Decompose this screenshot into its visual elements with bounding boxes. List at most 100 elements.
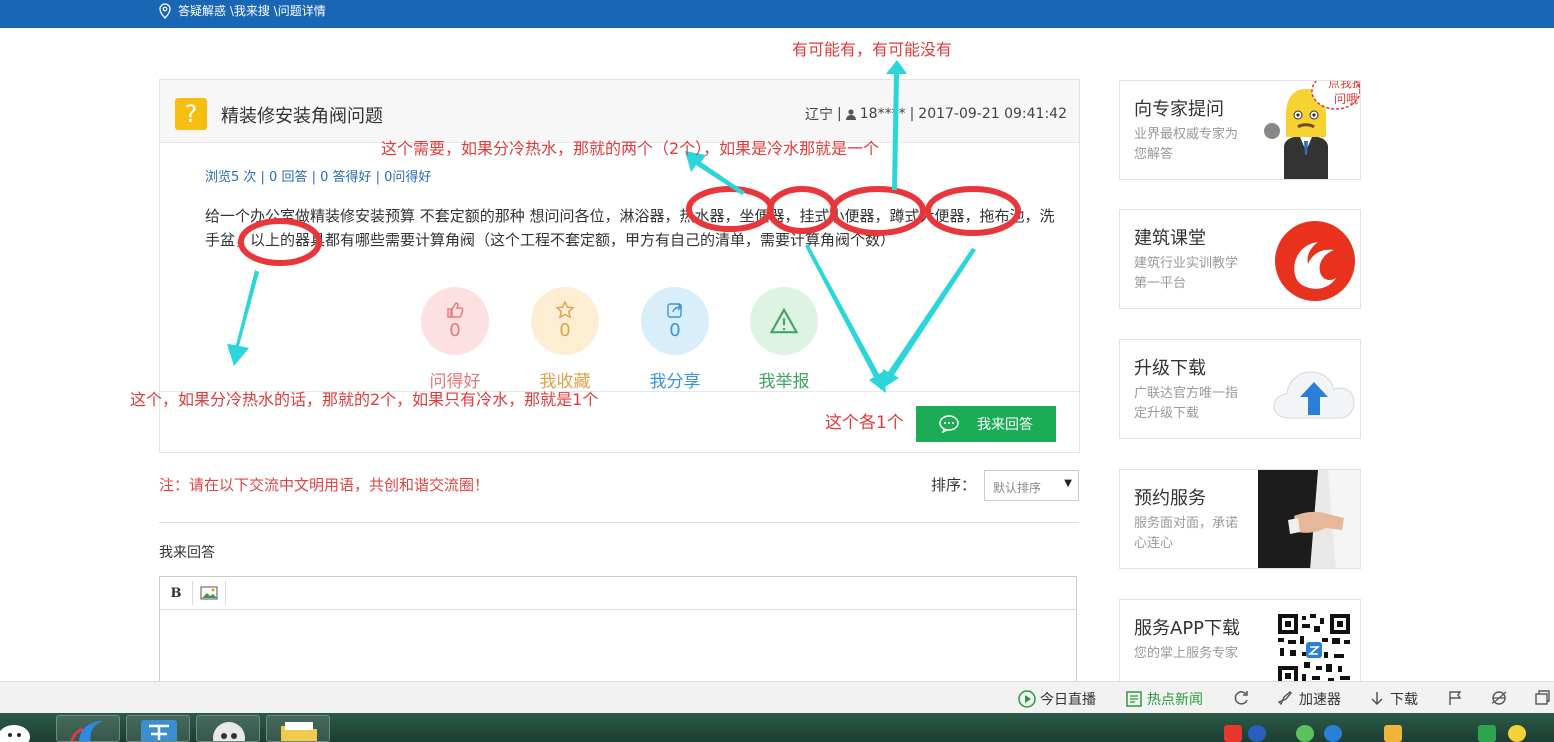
sogou-tray-icon[interactable] [1224, 725, 1242, 742]
like-count: 0 [449, 320, 461, 341]
asker-name[interactable]: 18**** [860, 106, 906, 122]
download-link[interactable]: 下载 [1368, 689, 1418, 709]
ask-expert-title: 向专家提问 [1134, 99, 1224, 120]
sort-select[interactable]: 默认排序 ▼ [984, 470, 1079, 501]
qr-code-icon [1276, 612, 1352, 688]
my-answer-heading: 我来回答 [159, 545, 215, 561]
answer-button-label: 我来回答 [977, 417, 1033, 433]
news-icon [1126, 691, 1142, 707]
location-pin-icon [159, 2, 171, 19]
appointment-card[interactable]: 预约服务 服务面对面，承诺心连心 [1119, 469, 1361, 569]
favorite-count: 0 [559, 320, 571, 341]
upgrade-download-card[interactable]: 升级下载 广联达官方唯一指定升级下载 [1119, 339, 1361, 439]
classroom-desc: 建筑行业实训教学第一平台 [1134, 256, 1239, 291]
sort-value: 默认排序 [993, 481, 1042, 495]
refresh-icon-button[interactable] [1232, 689, 1250, 707]
glodon-tray-icon[interactable] [1324, 725, 1342, 742]
like-button[interactable]: 0 问得好 [421, 287, 489, 392]
ask-expert-desc: 业界最权威专家为您解答 [1134, 127, 1239, 162]
download-label: 下载 [1390, 692, 1418, 708]
refresh-icon [1234, 691, 1248, 705]
taskbar [0, 713, 1554, 742]
favorite-button[interactable]: 0 我收藏 [531, 287, 599, 392]
rocket-icon [1277, 691, 1292, 706]
annotation-middle: 这个需要，如果分冷热水，那就的两个（2个），如果是冷水那就是一个 [381, 139, 880, 158]
dropdown-arrow-icon: ▼ [1064, 478, 1072, 489]
live-today-link[interactable]: 今日直播 [1018, 689, 1096, 709]
help-tray-icon[interactable] [1248, 725, 1266, 742]
classroom-title: 建筑课堂 [1134, 228, 1206, 249]
live-today-label: 今日直播 [1040, 692, 1096, 708]
ie-icon-button[interactable] [1490, 689, 1508, 707]
classroom-logo-icon [1275, 221, 1355, 301]
star-icon [555, 300, 575, 319]
appointment-title: 预约服务 [1134, 488, 1206, 509]
section-divider [159, 522, 1079, 523]
play-icon [1018, 690, 1036, 708]
share-icon [667, 303, 682, 318]
classroom-card[interactable]: 建筑课堂 建筑行业实训教学第一平台 [1119, 209, 1361, 309]
bold-button[interactable]: B [160, 581, 193, 605]
blue-app-icon [141, 720, 177, 741]
question-stats: 浏览5 次 | 0 回答 | 0 答得好 | 0问得好 [205, 170, 432, 185]
add-tray-icon[interactable] [1508, 725, 1526, 742]
question-body: 给一个办公室做精装修安装预算 不套定额的那种 想问问各位，淋浴器，热水器，坐便器… [205, 207, 1055, 249]
share-label: 我分享 [649, 372, 701, 392]
tool-tray-icon[interactable] [1384, 725, 1402, 742]
browser-status-bar: 今日直播 热点新闻 加速器 下载 [0, 681, 1554, 713]
civility-note: 注：请在以下交流中文明用语，共创和谐交流圈！ [159, 476, 490, 494]
security-tray-icon[interactable] [1478, 725, 1496, 742]
ask-expert-card[interactable]: 向专家提问 业界最权威专家为您解答 点我提问哦 [1119, 80, 1361, 180]
hot-news-link[interactable]: 热点新闻 [1125, 689, 1203, 709]
wechat-tray-icon[interactable] [1296, 725, 1314, 742]
image-icon [200, 586, 218, 600]
speech-bubble-text: 点我提问哦 [1328, 80, 1361, 106]
ie-icon [1491, 691, 1507, 705]
insert-image-button[interactable] [193, 581, 226, 605]
thumbs-up-icon [447, 302, 464, 318]
window-icon-button[interactable] [1533, 689, 1551, 707]
upgrade-desc: 广联达官方唯一指定升级下载 [1134, 386, 1239, 421]
wechat-icon [0, 725, 30, 742]
taskbar-app-avatar[interactable] [196, 715, 260, 742]
sort-label: 排序： [931, 476, 977, 494]
annotation-bottom: 这个各1个 [825, 413, 904, 433]
taskbar-app-glodon[interactable] [56, 715, 120, 742]
question-meta: 辽宁 | 18**** | 2017-09-21 09:41:42 [805, 106, 1067, 123]
question-header: ? 精装修安装角阀问题 辽宁 | 18**** | 2017-09-21 09:… [160, 80, 1079, 143]
cloud-upload-icon [1273, 371, 1355, 419]
question-datetime: 2017-09-21 09:41:42 [918, 106, 1067, 122]
share-button[interactable]: 0 我分享 [641, 287, 709, 392]
question-mark-icon: ? [175, 98, 207, 130]
folder-icon [281, 722, 317, 741]
upgrade-title: 升级下载 [1134, 358, 1206, 379]
accelerator-label: 加速器 [1299, 692, 1341, 708]
user-icon [845, 108, 856, 120]
app-download-title: 服务APP下载 [1134, 618, 1241, 639]
share-count: 0 [669, 320, 681, 341]
breadcrumb-text[interactable]: 答疑解惑 \我来搜 \问题详情 [178, 2, 326, 19]
report-button[interactable]: 我举报 [750, 287, 818, 392]
report-label: 我举报 [758, 372, 810, 392]
taskbar-app-blue[interactable] [126, 715, 190, 742]
annotation-left: 这个，如果分冷热水的话，那就的2个，如果只有冷水，那就是1个 [130, 390, 599, 409]
taskbar-app-folder[interactable] [266, 715, 330, 742]
annotation-top: 有可能有，有可能没有 [792, 40, 953, 59]
avatar-app-icon [213, 722, 245, 741]
editor-toolbar: B [160, 577, 1076, 610]
question-title: 精装修安装角阀问题 [221, 106, 383, 127]
download-icon [1371, 692, 1383, 706]
flag-icon-button[interactable] [1446, 689, 1464, 707]
flag-icon [1449, 691, 1462, 705]
breadcrumb: 答疑解惑 \我来搜 \问题详情 [158, 2, 326, 19]
warning-icon [770, 307, 798, 334]
taskbar-wechat[interactable] [0, 715, 42, 742]
app-download-desc: 您的掌上服务专家 [1134, 646, 1239, 661]
appointment-desc: 服务面对面，承诺心连心 [1134, 516, 1239, 551]
answer-button[interactable]: 我来回答 [916, 406, 1056, 442]
answer-editor[interactable]: B [159, 576, 1077, 696]
handshake-icon [1258, 470, 1360, 568]
chat-icon [939, 415, 959, 433]
region: 辽宁 [805, 107, 834, 123]
accelerator-link[interactable]: 加速器 [1277, 689, 1341, 709]
